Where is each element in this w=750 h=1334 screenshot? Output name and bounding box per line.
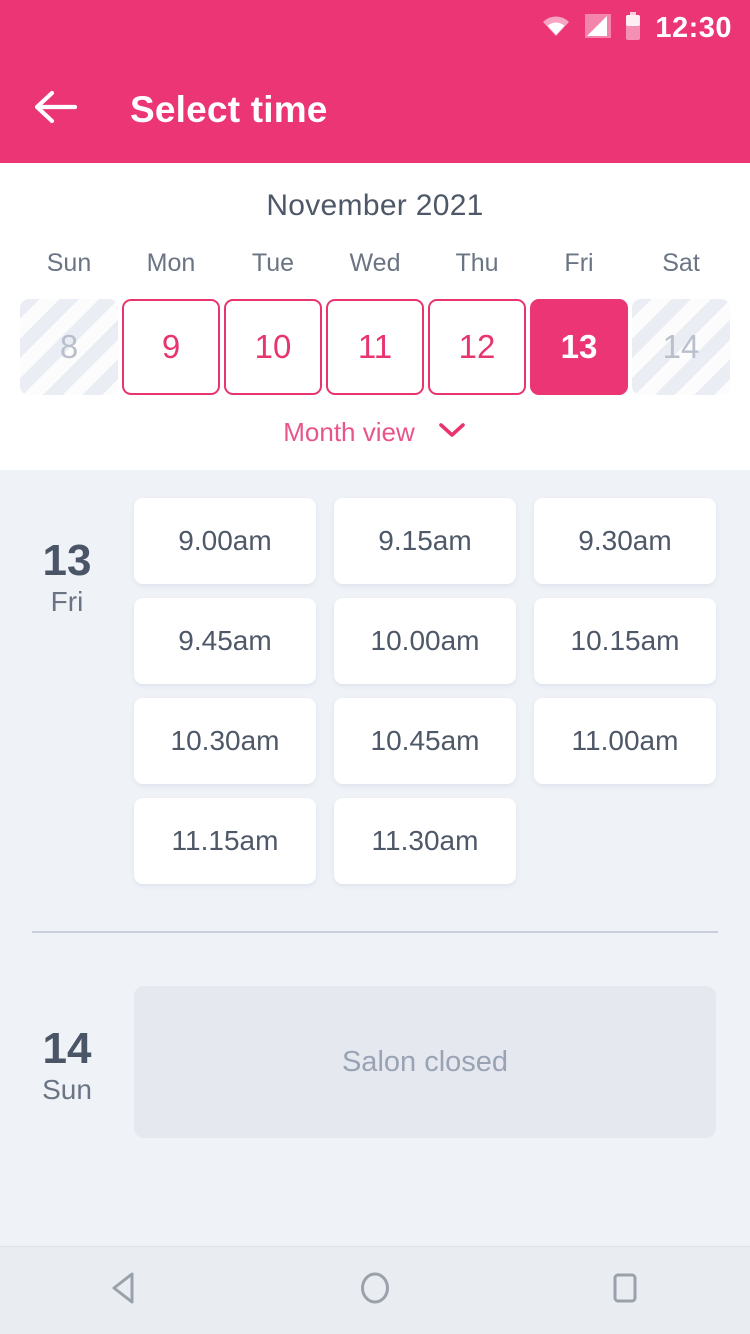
day-name: Fri (50, 586, 84, 618)
status-bar: 12:30 (0, 0, 750, 56)
day-label-14: 14 Sun (0, 986, 134, 1138)
nav-back-button[interactable] (70, 1247, 180, 1334)
day-label-13: 13 Fri (0, 498, 134, 621)
calendar-day-row: 8 9 10 11 12 13 14 (0, 299, 750, 395)
weekday-header: Thu (455, 249, 499, 277)
calendar-day-13[interactable]: 13 (530, 299, 628, 395)
calendar-weekday-row: Sun Mon Tue Wed Thu Fri Sat (0, 249, 750, 299)
battery-icon (625, 11, 641, 45)
time-slot[interactable]: 11.30am (334, 798, 516, 884)
time-slot[interactable]: 11.15am (134, 798, 316, 884)
status-bar-clock: 12:30 (655, 11, 732, 44)
cell-signal-icon (585, 13, 612, 43)
time-slot[interactable]: 9.30am (534, 498, 716, 584)
wifi-icon (541, 14, 571, 43)
circle-home-icon (357, 1269, 393, 1312)
time-slot[interactable]: 10.30am (134, 698, 316, 784)
calendar-day-10[interactable]: 10 (224, 299, 322, 395)
section-divider (32, 931, 718, 933)
calendar-month-title: November 2021 (266, 189, 484, 222)
nav-home-button[interactable] (320, 1247, 430, 1334)
salon-closed-message: Salon closed (134, 986, 716, 1138)
calendar-day-12[interactable]: 12 (428, 299, 526, 395)
schedule-day-13: 13 Fri 9.00am 9.15am 9.30am 9.45am 10.00… (0, 498, 750, 884)
time-slot[interactable]: 9.45am (134, 598, 316, 684)
screen-root: 12:30 Select time November 2021 Sun Mon … (0, 0, 750, 1334)
month-view-toggle[interactable]: Month view (0, 395, 750, 448)
schedule-day-14: 14 Sun Salon closed (0, 986, 750, 1138)
time-slot[interactable]: 9.00am (134, 498, 316, 584)
arrow-left-icon (34, 90, 78, 129)
back-button[interactable] (30, 84, 82, 136)
month-view-label: Month view (283, 417, 415, 447)
calendar-day-9[interactable]: 9 (122, 299, 220, 395)
time-slot[interactable]: 11.00am (534, 698, 716, 784)
weekday-header: Sat (662, 249, 700, 277)
calendar-panel: November 2021 Sun Mon Tue Wed Thu Fri Sa… (0, 163, 750, 470)
app-bar: Select time (0, 56, 750, 163)
calendar-day-14: 14 (632, 299, 730, 395)
weekday-header: Tue (251, 249, 295, 277)
day-number: 13 (42, 536, 92, 585)
day-name: Sun (42, 1074, 92, 1106)
triangle-back-icon (108, 1270, 142, 1311)
time-slot[interactable]: 10.15am (534, 598, 716, 684)
chevron-down-icon (437, 421, 467, 444)
time-slot[interactable]: 9.15am (334, 498, 516, 584)
weekday-header: Wed (349, 249, 401, 277)
day-number: 14 (42, 1024, 92, 1073)
calendar-day-11[interactable]: 11 (326, 299, 424, 395)
android-nav-bar (0, 1246, 750, 1334)
time-slot-grid: 9.00am 9.15am 9.30am 9.45am 10.00am 10.1… (134, 498, 750, 884)
time-slot[interactable]: 10.00am (334, 598, 516, 684)
calendar-day-8: 8 (20, 299, 118, 395)
schedule-list: 13 Fri 9.00am 9.15am 9.30am 9.45am 10.00… (0, 470, 750, 1246)
nav-recents-button[interactable] (570, 1247, 680, 1334)
weekday-header: Fri (564, 249, 594, 277)
time-slot[interactable]: 10.45am (334, 698, 516, 784)
page-title: Select time (130, 88, 328, 130)
weekday-header: Sun (46, 249, 92, 277)
weekday-header: Mon (146, 249, 196, 277)
square-recents-icon (609, 1270, 641, 1311)
